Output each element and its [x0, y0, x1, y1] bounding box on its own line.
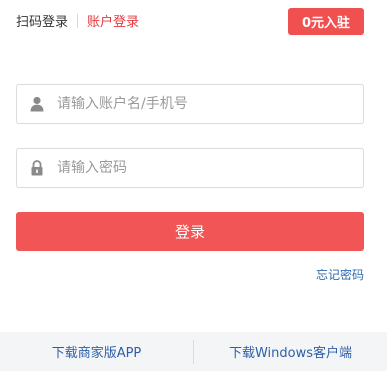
login-tabs: 扫码登录 账户登录	[16, 11, 139, 30]
lock-icon	[31, 160, 43, 176]
username-input[interactable]	[57, 85, 352, 123]
password-field[interactable]	[16, 148, 364, 188]
user-icon	[30, 96, 44, 112]
tab-divider	[77, 13, 79, 28]
tab-account-login[interactable]: 账户登录	[87, 11, 139, 30]
footer-bar: 下载商家版APP 下载Windows客户端	[0, 332, 387, 371]
download-windows-link[interactable]: 下载Windows客户端	[194, 342, 387, 361]
password-input[interactable]	[57, 149, 352, 187]
username-field[interactable]	[16, 84, 364, 124]
tab-scan-login[interactable]: 扫码登录	[16, 11, 68, 30]
join-free-button[interactable]: 0元入驻	[288, 8, 364, 35]
download-app-link[interactable]: 下载商家版APP	[0, 342, 193, 361]
login-button[interactable]: 登录	[16, 212, 364, 251]
forgot-password-link[interactable]: 忘记密码	[316, 266, 364, 283]
